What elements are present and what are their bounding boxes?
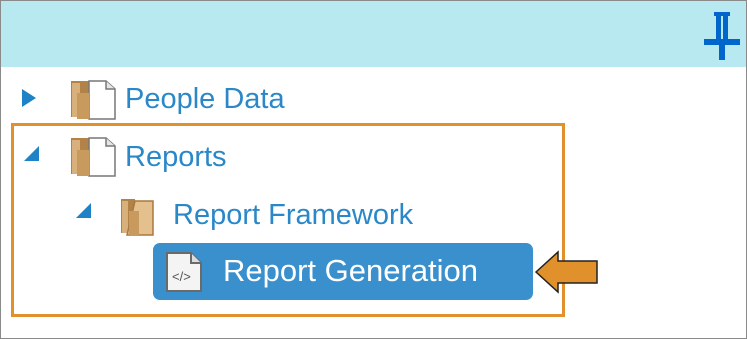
tree-item-label[interactable]: Reports bbox=[125, 139, 227, 175]
tree-item-report-framework[interactable]: Report Framework bbox=[61, 185, 501, 243]
pin-icon[interactable] bbox=[702, 9, 742, 61]
collapse-arrow-icon[interactable] bbox=[73, 200, 93, 220]
panel-header bbox=[1, 1, 746, 67]
tree-item-label[interactable]: Report Generation bbox=[223, 253, 478, 289]
navigation-panel: People Data Reports Report Framework </>… bbox=[0, 0, 747, 339]
code-file-icon: </> bbox=[166, 252, 202, 292]
expand-arrow-icon[interactable] bbox=[21, 88, 37, 108]
tree-item-report-generation[interactable]: </> Report Generation bbox=[153, 243, 533, 300]
tree-item-label[interactable]: People Data bbox=[125, 81, 285, 117]
tree-item-people-data[interactable]: People Data bbox=[1, 67, 401, 127]
collapse-arrow-icon[interactable] bbox=[21, 143, 41, 163]
folder-icon bbox=[71, 80, 116, 120]
tree-item-label[interactable]: Report Framework bbox=[173, 197, 413, 233]
tree-item-reports[interactable]: Reports bbox=[1, 127, 401, 185]
arrow-left-icon bbox=[534, 250, 598, 294]
folder-icon bbox=[71, 137, 116, 177]
svg-text:</>: </> bbox=[172, 269, 191, 284]
tree-view: People Data Reports Report Framework </>… bbox=[1, 67, 746, 338]
folder-icon bbox=[121, 199, 154, 236]
